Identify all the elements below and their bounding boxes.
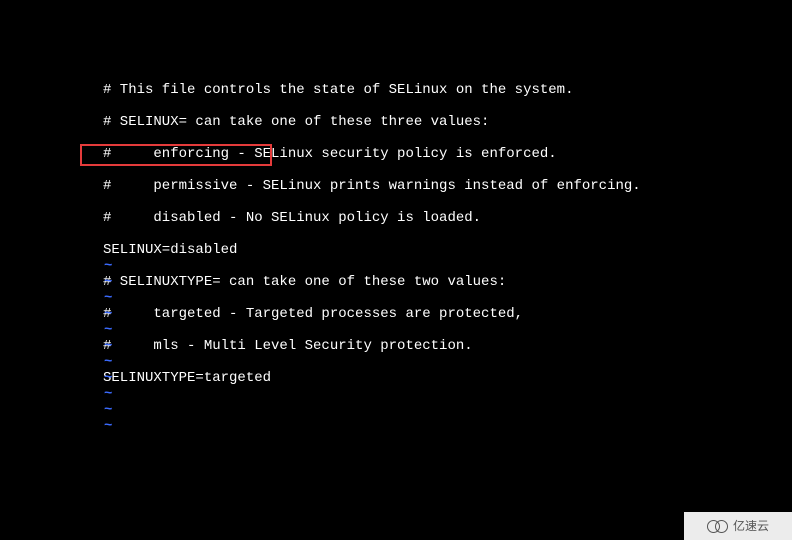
config-line: # enforcing - SELinux security policy is… [103,146,641,162]
tilde-marker: ~ [104,258,112,274]
tilde-marker: ~ [104,402,112,418]
config-line: # This file controls the state of SELinu… [103,82,641,98]
tilde-marker: ~ [104,370,112,386]
tilde-marker: ~ [104,338,112,354]
tilde-marker: ~ [104,418,112,434]
tilde-marker: ~ [104,322,112,338]
config-line-selinux: SELINUX=disabled [103,242,641,258]
tilde-marker: ~ [104,274,112,290]
watermark-text: 亿速云 [733,518,769,534]
config-line: # disabled - No SELinux policy is loaded… [103,210,641,226]
tilde-marker: ~ [104,306,112,322]
tilde-marker: ~ [104,354,112,370]
config-line: # SELINUX= can take one of these three v… [103,114,641,130]
vi-empty-lines: ~ ~ ~ ~ ~ ~ ~ ~ ~ ~ ~ [104,258,112,434]
tilde-marker: ~ [104,386,112,402]
config-line-selinuxtype: SELINUXTYPE=targeted [103,370,641,386]
config-line: # targeted - Targeted processes are prot… [103,306,641,322]
config-line: # SELINUXTYPE= can take one of these two… [103,274,641,290]
config-line: # mls - Multi Level Security protection. [103,338,641,354]
terminal-output: # This file controls the state of SELinu… [103,66,641,402]
tilde-marker: ~ [104,290,112,306]
config-line: # permissive - SELinux prints warnings i… [103,178,641,194]
watermark: 亿速云 [684,512,792,540]
cloud-icon [707,519,729,533]
